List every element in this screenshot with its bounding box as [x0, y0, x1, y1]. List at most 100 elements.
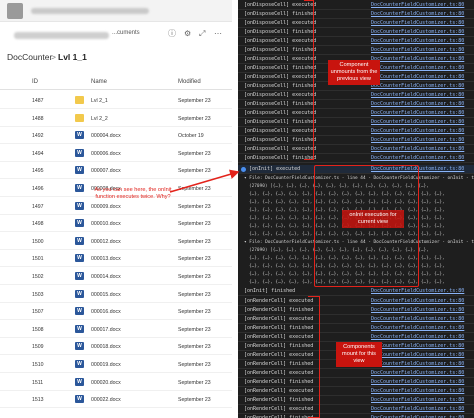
console-source-link[interactable]: DocCounterFieldCustomizer.ts:80	[371, 28, 464, 37]
row-filename[interactable]: 000022.docx	[91, 397, 121, 403]
row-modified: September 23	[178, 309, 211, 316]
word-doc-icon: W	[75, 289, 84, 298]
table-row[interactable]: 1511 W 000020.docx September 23	[0, 375, 232, 391]
word-doc-icon: W	[75, 148, 84, 157]
console-message: [onRenderCell] finished	[244, 343, 314, 349]
table-row[interactable]: 1487 Lvl 2_1 September 23	[0, 93, 232, 109]
table-row[interactable]: 1495 W 000007.docx September 23	[0, 163, 232, 180]
console-source-link[interactable]: DocCounterFieldCustomizer.ts:80	[371, 100, 464, 109]
row-filename[interactable]: 000019.docx	[91, 362, 121, 368]
row-filename[interactable]: 000012.docx	[91, 239, 121, 245]
row-filename[interactable]: 000010.docx	[91, 221, 121, 227]
console-source-link[interactable]: DocCounterFieldCustomizer.ts:80	[371, 55, 464, 64]
console-message: [onRenderCell] executed	[244, 334, 314, 340]
console-source-link[interactable]: DocCounterFieldCustomizer.ts:80	[371, 351, 464, 360]
table-row[interactable]: 1502 W 000014.docx September 23	[0, 269, 232, 285]
row-modified: September 23	[178, 379, 211, 386]
row-modified: September 23	[178, 256, 211, 263]
row-filename[interactable]: Lvl 2_1	[91, 98, 108, 104]
row-modified: September 23	[178, 168, 211, 175]
row-modified: October 19	[178, 133, 204, 140]
console-source-link[interactable]: DocCounterFieldCustomizer.ts:80	[371, 91, 464, 100]
console-source-link[interactable]: DocCounterFieldCustomizer.ts:80	[371, 369, 464, 378]
console-source-link[interactable]: DocCounterFieldCustomizer.ts:80	[371, 19, 464, 28]
column-header-id[interactable]: ID	[32, 79, 38, 85]
row-id: 1502	[32, 274, 44, 280]
table-row[interactable]: 1498 W 000010.docx September 23	[0, 216, 232, 233]
console-source-link[interactable]: DocCounterFieldCustomizer.ts:80	[371, 360, 464, 369]
table-row[interactable]: 1494 W 000006.docx September 23	[0, 146, 232, 162]
row-filename[interactable]: 000004.docx	[91, 133, 121, 139]
table-row[interactable]: 1503 W 000015.docx September 23	[0, 287, 232, 303]
table-row[interactable]: 1488 Lvl 2_2 September 23	[0, 111, 232, 127]
console-source-link[interactable]: DocCounterFieldCustomizer.ts:80	[371, 405, 464, 414]
console-message: [onRenderCell] finished	[244, 397, 314, 403]
breadcrumb-root[interactable]: DocCounter	[7, 52, 52, 62]
breadcrumb-current: Lvl 1_1	[58, 52, 87, 62]
site-logo[interactable]	[7, 3, 23, 19]
console-source-link[interactable]: DocCounterFieldCustomizer.ts:80	[371, 396, 464, 405]
row-filename[interactable]: 000007.docx	[91, 168, 121, 174]
console-source-link[interactable]: DocCounterFieldCustomizer.ts:80	[371, 136, 464, 145]
console-source-link[interactable]: DocCounterFieldCustomizer.ts:80	[371, 73, 464, 82]
console-source-link[interactable]: DocCounterFieldCustomizer.ts:80	[371, 37, 464, 46]
table-row[interactable]: 1492 W 000004.docx October 19	[0, 128, 232, 145]
console-source-link[interactable]: DocCounterFieldCustomizer.ts:80	[371, 109, 464, 118]
row-modified: September 23	[178, 98, 211, 104]
console-row: [onRenderCell] executed DocCounterFieldCu…	[238, 387, 474, 396]
console-row: [onDisposeCell] executed DocCounterFieldC…	[238, 37, 474, 46]
word-doc-icon: W	[75, 254, 84, 263]
share-icon[interactable]: ⤢	[199, 29, 205, 39]
breadcrumb-separator: >	[51, 52, 56, 62]
library-name-label[interactable]: ...cuments	[112, 30, 140, 36]
row-filename[interactable]: 000016.docx	[91, 309, 121, 315]
console-source-link[interactable]: DocCounterFieldCustomizer.ts:80	[371, 324, 464, 333]
console-source-link[interactable]: DocCounterFieldCustomizer.ts:80	[371, 342, 464, 351]
console-row: [onDisposeCell] executed DocCounterFieldC…	[238, 19, 474, 28]
row-id: 1498	[32, 221, 44, 228]
console-source-link[interactable]: DocCounterFieldCustomizer.ts:80	[371, 287, 464, 296]
table-row[interactable]: 1501 W 000013.docx September 23	[0, 251, 232, 268]
row-filename[interactable]: 000014.docx	[91, 274, 121, 280]
console-source-link[interactable]: DocCounterFieldCustomizer.ts:80	[371, 127, 464, 136]
console-source-link[interactable]: DocCounterFieldCustomizer.ts:80	[371, 154, 464, 163]
row-filename[interactable]: 000009.docx	[91, 204, 121, 210]
console-source-link[interactable]: DocCounterFieldCustomizer.ts:80	[371, 64, 464, 73]
row-id: 1494	[32, 150, 44, 157]
row-filename[interactable]: 000018.docx	[91, 344, 121, 350]
table-row[interactable]: 1510 W 000019.docx September 23	[0, 357, 232, 373]
table-row[interactable]: 1513 W 000022.docx September 23	[0, 392, 232, 409]
console-row: [onRenderCell] finished DocCounterFieldCu…	[238, 324, 474, 333]
row-filename[interactable]: 000017.docx	[91, 327, 121, 333]
settings-icon[interactable]: ⚙	[184, 29, 191, 39]
console-source-link[interactable]: DocCounterFieldCustomizer.ts:80	[371, 10, 464, 19]
sharepoint-library-pane: ...cuments ⓘ ⚙ ⤢ ⋯ DocCounter > Lvl 1_1 …	[0, 0, 232, 418]
row-filename[interactable]: 000006.docx	[91, 151, 121, 157]
row-filename[interactable]: Lvl 2_2	[91, 116, 108, 122]
row-modified: September 23	[178, 326, 211, 333]
table-row[interactable]: 1507 W 000016.docx September 23	[0, 304, 232, 321]
console-source-link[interactable]: DocCounterFieldCustomizer.ts:80	[371, 414, 464, 418]
console-source-link[interactable]: DocCounterFieldCustomizer.ts:80	[371, 1, 464, 10]
table-row[interactable]: 1508 W 000017.docx September 23	[0, 322, 232, 338]
table-row[interactable]: 1500 W 000012.docx September 23	[0, 234, 232, 250]
console-source-link[interactable]: DocCounterFieldCustomizer.ts:80	[371, 297, 464, 306]
column-header-modified[interactable]: Modified	[178, 79, 201, 85]
console-source-link[interactable]: DocCounterFieldCustomizer.ts:80	[371, 118, 464, 127]
console-source-link[interactable]: DocCounterFieldCustomizer.ts:80	[371, 378, 464, 387]
info-icon[interactable]: ⓘ	[168, 29, 176, 39]
row-filename[interactable]: 000020.docx	[91, 380, 121, 386]
more-icon[interactable]: ⋯	[214, 29, 222, 39]
table-row[interactable]: 1509 W 000018.docx September 23	[0, 339, 232, 356]
console-source-link[interactable]: DocCounterFieldCustomizer.ts:80	[371, 306, 464, 315]
row-filename[interactable]: 000015.docx	[91, 292, 121, 298]
column-header-name[interactable]: Name	[91, 79, 107, 85]
console-message: [onRenderCell] executed	[244, 388, 314, 394]
console-source-link[interactable]: DocCounterFieldCustomizer.ts:80	[371, 82, 464, 91]
console-source-link[interactable]: DocCounterFieldCustomizer.ts:80	[371, 333, 464, 342]
console-source-link[interactable]: DocCounterFieldCustomizer.ts:80	[371, 315, 464, 324]
row-filename[interactable]: 000013.docx	[91, 256, 121, 262]
console-source-link[interactable]: DocCounterFieldCustomizer.ts:80	[371, 46, 464, 55]
console-source-link[interactable]: DocCounterFieldCustomizer.ts:80	[371, 145, 464, 154]
console-source-link[interactable]: DocCounterFieldCustomizer.ts:80	[371, 387, 464, 396]
